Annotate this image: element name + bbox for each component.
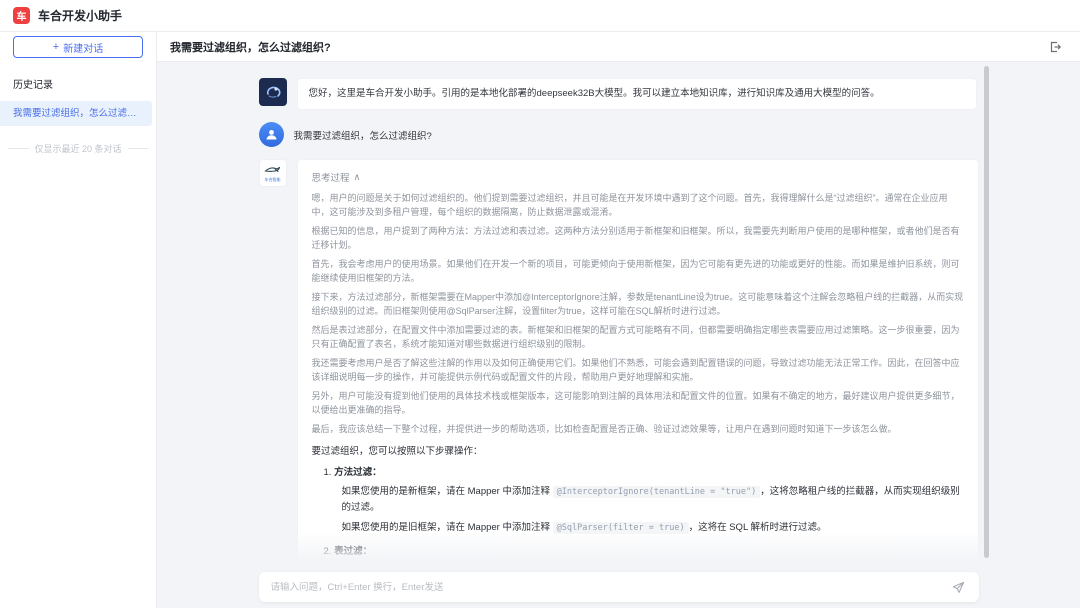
thinking-paragraph: 根据已知的信息，用户提到了两种方法：方法过滤和表过滤。这两种方法分别适用于新框架…	[312, 225, 964, 252]
app-logo-icon: 车	[13, 7, 30, 24]
new-chat-button[interactable]: + 新建对话	[13, 36, 143, 58]
inline-code: @SqlParser(filter = true)	[553, 522, 689, 534]
history-section-label: 历史记录	[0, 70, 156, 101]
app-title: 车合开发小助手	[38, 7, 122, 24]
message-input-box	[259, 572, 979, 602]
chat-title: 我需要过滤组织，怎么过滤组织?	[170, 39, 1048, 55]
step-title: 表过滤：	[334, 546, 372, 557]
assistant-avatar	[259, 78, 287, 106]
step-line: 如果您使用的是旧框架，请在 Mapper 中添加注释 @SqlParser(fi…	[312, 520, 964, 536]
user-message: 我需要过滤组织，怎么过滤组织?	[259, 122, 979, 147]
answer-step-2: 2. 表过滤： 在配置文件中添加需要过滤的表。具体操作如下： 对于新框架，请参考…	[312, 543, 964, 566]
answer-body: 要过滤组织，您可以按照以下步骤操作： 1. 方法过滤： 如果您使用的是新框架，请…	[312, 443, 964, 566]
sidebar-item-conversation[interactable]: 我需要过滤组织，怎么过滤组织?	[0, 101, 152, 126]
thinking-paragraph: 接下来，方法过滤部分，新框架需要在Mapper中添加@InterceptorIg…	[312, 291, 964, 318]
thinking-toggle[interactable]: 思考过程 ∧	[312, 170, 964, 184]
app-window: 车 车合开发小助手 + 新建对话 历史记录 我需要过滤组织，怎么过滤组织? 仅显…	[0, 0, 1080, 608]
logo-char: 车	[17, 8, 27, 23]
answer-card: 思考过程 ∧ 嗯，用户的问题是关于如何过滤组织的。他们提到需要过滤组织，并且可能…	[297, 159, 979, 566]
thinking-paragraph: 首先，我会考虑用户的使用场景。如果他们在开发一个新的项目，可能更倾向于使用新框架…	[312, 258, 964, 285]
sidebar: + 新建对话 历史记录 我需要过滤组织，怎么过滤组织? 仅显示最近 20 条对话	[0, 32, 157, 608]
export-icon[interactable]	[1048, 40, 1062, 54]
step-line: 如果您使用的是新框架，请在 Mapper 中添加注释 @InterceptorI…	[312, 484, 964, 516]
step-title: 方法过滤：	[334, 467, 382, 478]
welcome-bubble: 您好，这里是车合开发小助手。引用的是本地化部署的deepseek32B大模型。我…	[297, 78, 977, 110]
thinking-paragraph: 嗯，用户的问题是关于如何过滤组织的。他们提到需要过滤组织，并且可能是在开发环境中…	[312, 192, 964, 219]
thinking-paragraph: 另外，用户可能没有提到他们使用的具体技术栈或框架版本，这可能影响到注解的具体用法…	[312, 390, 964, 417]
avatar-caption: 车合智能	[265, 178, 281, 182]
history-limit-note: 仅显示最近 20 条对话	[0, 142, 156, 155]
assistant-bird-avatar: 车合智能	[259, 159, 287, 187]
chat-panel: 我需要过滤组织，怎么过滤组织?	[157, 32, 1080, 608]
new-chat-label: 新建对话	[63, 40, 103, 55]
thinking-paragraph: 最后，我应该总结一下整个过程，并提供进一步的帮助选项，比如检查配置是否正确、验证…	[312, 423, 964, 437]
message-input[interactable]	[271, 582, 951, 593]
user-avatar	[259, 122, 284, 147]
thinking-paragraph: 然后是表过滤部分，在配置文件中添加需要过滤的表。新框架和旧框架的配置方式可能略有…	[312, 324, 964, 351]
user-message-text: 我需要过滤组织，怎么过滤组织?	[294, 122, 432, 147]
collapse-caret-icon: ∧	[354, 172, 361, 183]
answer-intro: 要过滤组织，您可以按照以下步骤操作：	[312, 443, 964, 457]
top-bar: 车 车合开发小助手	[0, 0, 1080, 32]
step-line: 在配置文件中添加需要过滤的表。具体操作如下：	[312, 563, 964, 566]
scrollbar[interactable]	[984, 66, 989, 558]
assistant-welcome-message: 您好，这里是车合开发小助手。引用的是本地化部署的deepseek32B大模型。我…	[259, 78, 979, 110]
chat-header: 我需要过滤组织，怎么过滤组织?	[157, 32, 1080, 62]
send-icon[interactable]	[951, 579, 967, 595]
answer-step-1: 1. 方法过滤： 如果您使用的是新框架，请在 Mapper 中添加注释 @Int…	[312, 464, 964, 536]
plus-icon: +	[53, 42, 59, 53]
chat-scroll-area[interactable]: 您好，这里是车合开发小助手。引用的是本地化部署的deepseek32B大模型。我…	[157, 62, 1080, 566]
thinking-paragraph: 我还需要考虑用户是否了解这些注解的作用以及如何正确使用它们。如果他们不熟悉，可能…	[312, 357, 964, 384]
assistant-answer-message: 车合智能 思考过程 ∧ 嗯，用户的问题是关于如何过滤组织的。他们提到需要过滤组织…	[259, 159, 979, 566]
inline-code: @InterceptorIgnore(tenantLine = "true")	[553, 486, 761, 498]
composer-bar	[157, 566, 1080, 608]
